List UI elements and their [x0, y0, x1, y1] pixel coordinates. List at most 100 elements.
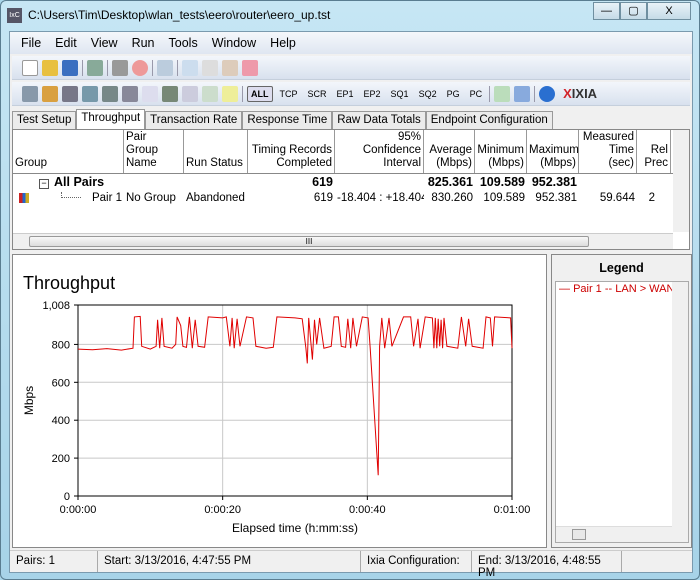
filter-sq2[interactable]: SQ2 — [416, 87, 440, 101]
filter-pc[interactable]: PC — [467, 87, 486, 101]
y-tick-label: 400 — [52, 415, 70, 427]
tab-raw-data-totals[interactable]: Raw Data Totals — [332, 111, 426, 129]
tab-throughput[interactable]: Throughput — [76, 109, 146, 130]
status-start: Start: 3/13/2016, 4:47:55 PM — [98, 551, 361, 572]
col-group[interactable]: Group — [13, 130, 124, 173]
plot-area — [77, 304, 513, 497]
table-vertical-scrollbar[interactable] — [673, 130, 689, 232]
info-icon[interactable] — [539, 85, 556, 102]
export-icon[interactable] — [494, 85, 511, 102]
col-minimum[interactable]: Minimum (Mbps) — [475, 130, 527, 173]
table-row-pair-1[interactable]: Pair 1 No Group Abandoned 619 -18.404 : … — [13, 190, 689, 206]
run-icon[interactable] — [112, 59, 128, 76]
separator — [107, 59, 108, 76]
y-axis-label: Mbps — [22, 386, 36, 415]
open-folder-icon[interactable] — [42, 59, 58, 76]
broadcast-icon[interactable] — [122, 85, 138, 102]
scroll-thumb[interactable]: III — [29, 236, 589, 247]
filter-all[interactable]: ALL — [247, 85, 273, 102]
chart-title: Throughput — [23, 273, 115, 293]
swap-icon[interactable] — [202, 85, 218, 102]
menu-view[interactable]: View — [84, 36, 125, 50]
col-average[interactable]: Average (Mbps) — [424, 130, 475, 173]
delete-icon[interactable] — [242, 59, 258, 76]
separator — [152, 59, 153, 76]
throughput-chart: Throughput 0 200 400 600 800 1,008 0:00:00 0:00:… — [22, 273, 530, 535]
stop-icon[interactable] — [132, 59, 148, 76]
filter-scr[interactable]: SCR — [305, 87, 330, 101]
legend-list: — Pair 1 -- LAN > WAN — [555, 281, 689, 543]
x-tick-label: 0:00:00 — [60, 504, 97, 516]
filter-ep1[interactable]: EP1 — [334, 87, 357, 101]
maximize-button[interactable]: ▢ — [620, 2, 647, 20]
separator — [534, 85, 536, 102]
all-pairs-maximum: 952.381 — [531, 175, 577, 189]
pair-measured-time: 59.644 — [599, 192, 635, 204]
minimize-button[interactable]: — — [593, 2, 620, 20]
tab-response-time[interactable]: Response Time — [242, 111, 333, 129]
print-icon[interactable] — [87, 59, 103, 76]
pair-chart-icon — [19, 193, 29, 203]
all-pairs-label: All Pairs — [54, 175, 105, 189]
window-title: C:\Users\Tim\Desktop\wlan_tests\eero\rou… — [28, 8, 331, 22]
x-tick-label: 0:00:20 — [204, 504, 241, 516]
filter-ep2[interactable]: EP2 — [361, 87, 384, 101]
monitor-icon[interactable] — [102, 85, 118, 102]
ixia-logo: XIXIA — [563, 86, 598, 101]
tab-transaction-rate[interactable]: Transaction Rate — [145, 111, 243, 129]
menu-help[interactable]: Help — [263, 36, 303, 50]
network-icon[interactable] — [82, 85, 98, 102]
tab-test-setup[interactable]: Test Setup — [12, 111, 77, 129]
col-maximum[interactable]: Maximum (Mbps) — [527, 130, 579, 173]
col-timing-records[interactable]: Timing Records Completed — [248, 130, 335, 173]
all-pairs-records: 619 — [312, 175, 333, 189]
menu-run[interactable]: Run — [125, 36, 162, 50]
legend-item-pair-1[interactable]: — Pair 1 -- LAN > WAN — [556, 282, 674, 296]
tree-line — [61, 192, 81, 198]
refresh-icon[interactable] — [157, 59, 173, 76]
menu-edit[interactable]: Edit — [48, 36, 84, 50]
script-icon[interactable] — [162, 85, 178, 102]
legend-horizontal-scrollbar[interactable] — [556, 526, 672, 542]
filter-pg[interactable]: PG — [444, 87, 463, 101]
collapse-icon[interactable]: − — [39, 179, 49, 189]
close-button[interactable]: X — [647, 2, 691, 20]
menu-tools[interactable]: Tools — [162, 36, 205, 50]
menu-file[interactable]: File — [14, 36, 48, 50]
y-tick-label: 200 — [52, 453, 70, 465]
separator — [82, 59, 83, 76]
app-icon: IxC — [7, 7, 22, 23]
cut-icon[interactable] — [182, 59, 198, 76]
filter-tcp[interactable]: TCP — [277, 87, 301, 101]
col-run-status[interactable]: Run Status — [184, 130, 248, 173]
renumber-icon[interactable] — [222, 85, 238, 102]
copy-icon[interactable] — [202, 59, 218, 76]
table-row-all-pairs[interactable]: − All Pairs 619 825.361 109.589 952.381 — [13, 174, 689, 190]
tab-endpoint-configuration[interactable]: Endpoint Configuration — [425, 111, 553, 129]
col-measured-time[interactable]: Measured Time (sec) — [579, 130, 637, 173]
pair-name: Pair 1 — [91, 192, 122, 204]
title-bar: IxC C:\Users\Tim\Desktop\wlan_tests\eero… — [7, 5, 567, 25]
results-table: Group Pair Group Name Run Status Timing … — [12, 129, 690, 250]
table-horizontal-scrollbar[interactable]: III — [13, 233, 673, 249]
upload-icon[interactable] — [514, 85, 531, 102]
graph-icon[interactable] — [182, 85, 198, 102]
add-multicast-icon[interactable] — [42, 85, 58, 102]
col-confidence[interactable]: 95% Confidence Interval — [335, 130, 424, 173]
menu-bar: File Edit View Run Tools Window Help — [10, 32, 692, 54]
save-icon[interactable] — [62, 59, 78, 76]
status-config: Ixia Configuration: — [361, 551, 472, 572]
endpoint-icon[interactable] — [62, 85, 78, 102]
separator — [242, 85, 243, 102]
col-rel-prec[interactable]: Rel Prec — [637, 130, 671, 173]
legend-vertical-scrollbar[interactable] — [672, 282, 688, 542]
edit-icon[interactable] — [142, 85, 158, 102]
status-bar: Pairs: 1 Start: 3/13/2016, 4:47:55 PM Ix… — [10, 550, 692, 579]
filter-sq1[interactable]: SQ1 — [388, 87, 412, 101]
toolbar-main — [12, 56, 690, 80]
menu-window[interactable]: Window — [205, 36, 263, 50]
paste-icon[interactable] — [222, 59, 238, 76]
col-pair-group-name[interactable]: Pair Group Name — [124, 130, 184, 173]
add-pair-icon[interactable] — [22, 85, 38, 102]
new-file-icon[interactable] — [22, 59, 38, 76]
